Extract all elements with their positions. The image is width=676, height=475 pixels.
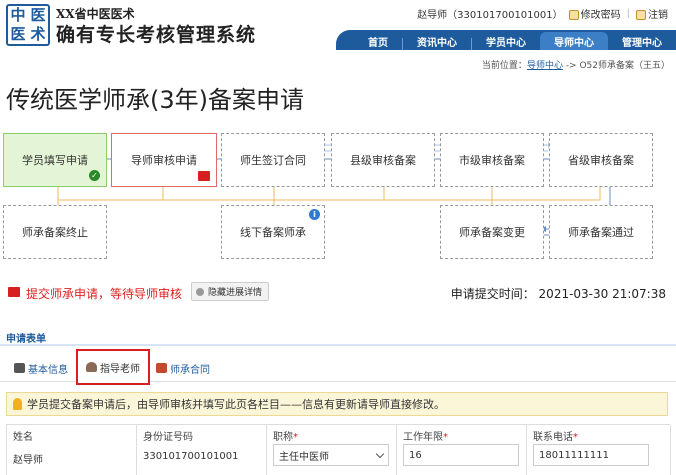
hide-progress-button[interactable]: 隐藏进展详情 [191,282,270,301]
lightbulb-icon [13,398,22,410]
id-card-icon [14,363,25,373]
flow-node-label: 县级审核备案 [350,154,416,167]
lock-icon [568,10,579,20]
field-name: 姓名 赵导师 [7,425,137,475]
flow-node-terminate[interactable]: 师承备案终止 [3,205,107,259]
flow-node-label: 师承备案变更 [459,226,525,239]
flow-node-city-record[interactable]: 市级审核备案 [440,133,544,187]
flow-node-record-pass[interactable]: 师承备案通过 [549,205,653,259]
current-user: 赵导师（330101700101001） [417,10,563,21]
check-icon: ✓ [89,170,100,181]
system-title-line2: 确有专长考核管理系统 [56,24,257,46]
notice-text: 学员提交备案申请后，由导师审核并填写此页各栏目——信息有更新请导师直接修改。 [27,398,445,411]
required-mark: * [293,432,298,443]
field-title: 职称* 主任中医师 [267,425,397,475]
page-title: 传统医学师承(3年)备案申请 [6,86,304,114]
status-row: 提交师承申请，等待导师审核 隐藏进展详情 申请提交时间： 2021-03-30 … [6,282,670,302]
field-label: 工作年限* [403,428,520,443]
logout-label: 注销 [648,10,668,21]
document-icon [198,171,210,181]
nav-admin-center[interactable]: 管理中心 [608,32,676,50]
flow-node-label: 师承备案通过 [568,226,634,239]
flow-node-label: 市级审核备案 [459,154,525,167]
info-icon[interactable]: i [309,209,320,220]
notice-banner: 学员提交备案申请后，由导师审核并填写此页各栏目——信息有更新请导师直接修改。 [6,392,668,416]
flow-node-label: 师生签订合同 [240,154,306,167]
logout-icon [636,10,646,20]
field-label-text: 联系电话 [533,432,573,443]
logo-char: 术 [30,25,46,43]
nav-student-center[interactable]: 学员中心 [472,32,540,50]
field-label-text: 职称 [273,432,293,443]
field-label-text: 工作年限 [403,432,443,443]
flow-node-label: 线下备案师承 [240,226,306,239]
flow-node-label: 省级审核备案 [568,154,634,167]
title-select-value: 主任中医师 [279,451,329,463]
field-label: 身份证号码 [143,432,193,443]
flow-node-label: 师承备案终止 [22,226,88,239]
page: 中 医 医 术 XX省中医医术 确有专长考核管理系统 赵导师（330101700… [0,0,676,475]
form-section-title: 申请表单 [6,334,46,345]
field-label: 联系电话* [533,428,664,443]
logo: 中 医 医 术 [6,4,50,46]
divider [0,344,676,346]
field-id-number: 身份证号码 330101700101001 [137,425,267,475]
work-years-input[interactable] [403,444,519,466]
logout-link[interactable]: 注销 [636,6,668,21]
divider: | [626,8,630,19]
document-icon [8,287,20,297]
field-phone: 联系电话* [527,425,671,475]
field-value: 330101700101001 [143,451,239,462]
flow-node-offline-record[interactable]: 线下备案师承 i [221,205,325,259]
workflow-diagram: 学员填写申请 ✓ 导师审核申请 师生签订合同 县级审核备案 市级审核备案 省级审… [0,125,676,265]
field-work-years: 工作年限* [397,425,527,475]
main-nav: 首页 资讯中心 学员中心 导师中心 管理中心 [354,30,676,50]
logo-char: 医 [10,25,26,43]
breadcrumb-current: -> O52师承备案（王五） [562,61,670,71]
mentor-form-table: 姓名 赵导师 身份证号码 330101700101001 职称* 主任中医师 工… [6,424,671,475]
breadcrumb: 当前位置：导师中心 -> O52师承备案（王五） [482,58,670,71]
tab-basic-info[interactable]: 基本信息 [8,355,68,381]
field-label: 职称* [273,428,390,443]
phone-input[interactable] [533,444,649,466]
flow-node-mentor-review[interactable]: 导师审核申请 [111,133,217,187]
tab-label: 指导老师 [100,363,140,375]
change-password-link[interactable]: 修改密码 [568,6,621,21]
flow-node-record-change[interactable]: 师承备案变更 [440,205,544,259]
field-label: 姓名 [13,432,33,443]
breadcrumb-link-mentor-center[interactable]: 导师中心 [527,61,563,71]
flow-node-province-record[interactable]: 省级审核备案 [549,133,653,187]
flow-node-county-record[interactable]: 县级审核备案 [331,133,435,187]
user-area: 赵导师（330101700101001） 修改密码 | 注销 [417,6,668,21]
header: 中 医 医 术 XX省中医医术 确有专长考核管理系统 赵导师（330101700… [0,0,676,50]
logo-char: 医 [30,6,46,24]
form-tabs: 基本信息 指导老师 师承合同 [0,349,676,385]
submit-time: 申请提交时间： 2021-03-30 21:07:38 [451,285,666,302]
flow-node-student-fill[interactable]: 学员填写申请 ✓ [3,133,107,187]
field-value: 赵导师 [13,455,43,466]
flow-node-sign-contract[interactable]: 师生签订合同 [221,133,325,187]
flow-node-label: 学员填写申请 [22,154,88,167]
chevron-down-icon [375,449,385,458]
teacher-icon [86,362,97,372]
nav-home[interactable]: 首页 [354,32,402,50]
flow-node-label: 导师审核申请 [131,154,197,167]
status-text: 提交师承申请，等待导师审核 [26,287,183,301]
required-mark: * [573,432,578,443]
title-select[interactable]: 主任中医师 [273,444,389,466]
tab-contract[interactable]: 师承合同 [150,355,210,381]
change-password-label: 修改密码 [580,10,621,21]
submit-time-value: 2021-03-30 21:07:38 [538,287,666,301]
breadcrumb-prefix: 当前位置： [481,61,527,71]
required-mark: * [443,432,448,443]
contract-icon [156,363,167,373]
nav-mentor-center[interactable]: 导师中心 [540,32,608,50]
tab-label: 基本信息 [28,364,68,376]
logo-char: 中 [10,6,26,24]
tab-label: 师承合同 [170,364,210,376]
submit-time-label: 申请提交时间： [450,287,535,301]
nav-news[interactable]: 资讯中心 [403,32,471,50]
tab-mentor[interactable]: 指导老师 [76,349,150,385]
